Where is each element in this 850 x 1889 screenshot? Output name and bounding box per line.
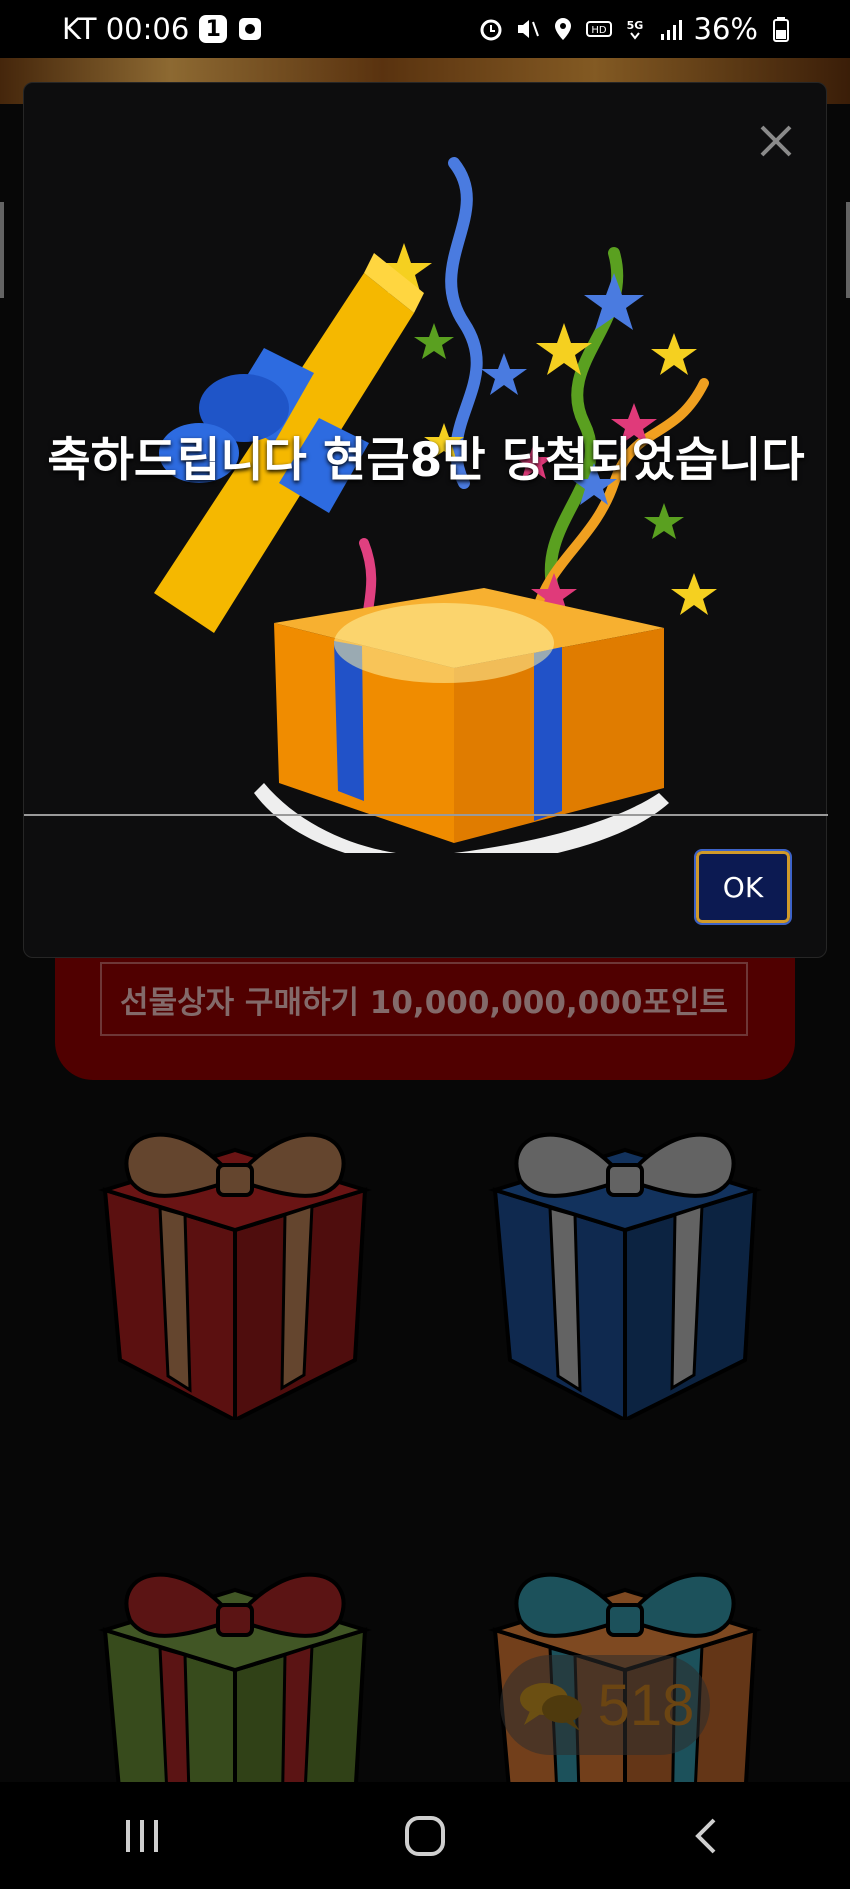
location-icon bbox=[554, 18, 571, 40]
svg-text:HD: HD bbox=[591, 25, 607, 36]
status-right: HD 5G 36% bbox=[478, 12, 794, 46]
battery-icon bbox=[773, 17, 789, 42]
ok-button[interactable]: OK bbox=[694, 849, 792, 925]
back-button[interactable] bbox=[648, 1796, 768, 1876]
prize-message: 축하드립니다 현금8만 당첨되었습니다 bbox=[47, 433, 805, 488]
svg-text:5G: 5G bbox=[626, 19, 643, 32]
alarm-icon bbox=[480, 19, 502, 41]
mute-icon bbox=[517, 20, 539, 38]
dialog-divider bbox=[24, 814, 828, 816]
notification-badge: 1 bbox=[199, 15, 228, 43]
prize-dialog: 축하드립니다 현금8만 당첨되었습니다 OK bbox=[23, 82, 828, 958]
status-bar: KT 00:06 1 HD 5G 36% bbox=[0, 0, 850, 58]
recent-apps-icon bbox=[125, 1819, 158, 1852]
app-notification-icon bbox=[239, 18, 262, 40]
close-icon[interactable] bbox=[756, 121, 796, 161]
5g-icon: 5G bbox=[626, 19, 643, 40]
home-button[interactable] bbox=[365, 1796, 485, 1876]
status-left: KT 00:06 1 bbox=[62, 12, 263, 46]
hd-icon: HD bbox=[585, 21, 612, 37]
recent-apps-button[interactable] bbox=[82, 1796, 202, 1876]
system-nav-bar bbox=[0, 1782, 850, 1889]
signal-icon bbox=[660, 20, 682, 40]
battery-percent: 36% bbox=[693, 12, 758, 46]
carrier-time: KT 00:06 bbox=[62, 12, 190, 46]
home-icon bbox=[404, 1815, 445, 1856]
back-icon bbox=[695, 1818, 716, 1853]
